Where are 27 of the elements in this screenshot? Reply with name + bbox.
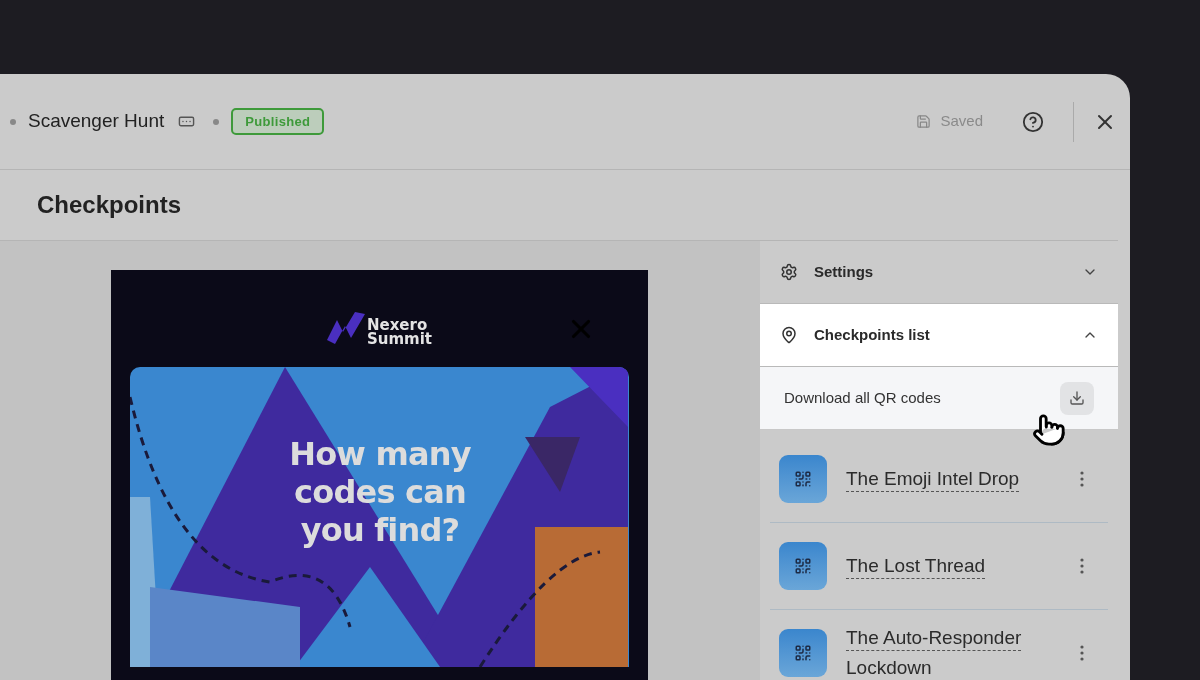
checkpoint-name[interactable]: The Emoji Intel Drop <box>846 463 1072 494</box>
checkpoint-name[interactable]: The Lost Thread <box>846 551 1072 581</box>
page-title: Checkpoints <box>37 190 182 220</box>
download-button[interactable] <box>1060 381 1094 415</box>
logo-text: Summit <box>366 332 433 346</box>
status-badge: Published <box>231 107 325 136</box>
download-label: Download all QR codes <box>784 387 942 408</box>
download-icon <box>1069 390 1085 406</box>
accordion-header[interactable]: Checkpoints list <box>760 304 1118 367</box>
qr-code-icon <box>794 644 812 662</box>
dot-separator-icon <box>213 118 220 125</box>
pin-icon <box>780 326 798 344</box>
help-icon <box>1022 110 1044 133</box>
qr-code-icon <box>794 469 812 488</box>
logo-mark-icon <box>326 312 365 344</box>
dot-separator-icon <box>10 118 16 125</box>
settings-icon <box>780 263 798 281</box>
kebab-icon <box>1080 470 1084 487</box>
qr-code-icon <box>794 557 812 575</box>
save-status: Saved <box>940 111 983 132</box>
kebab-icon <box>1080 558 1084 574</box>
kebab-icon <box>1080 645 1084 661</box>
window-title: Scavenger Hunt <box>28 109 165 134</box>
save-icon <box>916 114 932 129</box>
logo-text: Nexero <box>366 318 428 332</box>
checkpoint-name[interactable]: The Auto-Responder Lockdown <box>846 623 1072 680</box>
help-button[interactable] <box>1021 109 1045 134</box>
